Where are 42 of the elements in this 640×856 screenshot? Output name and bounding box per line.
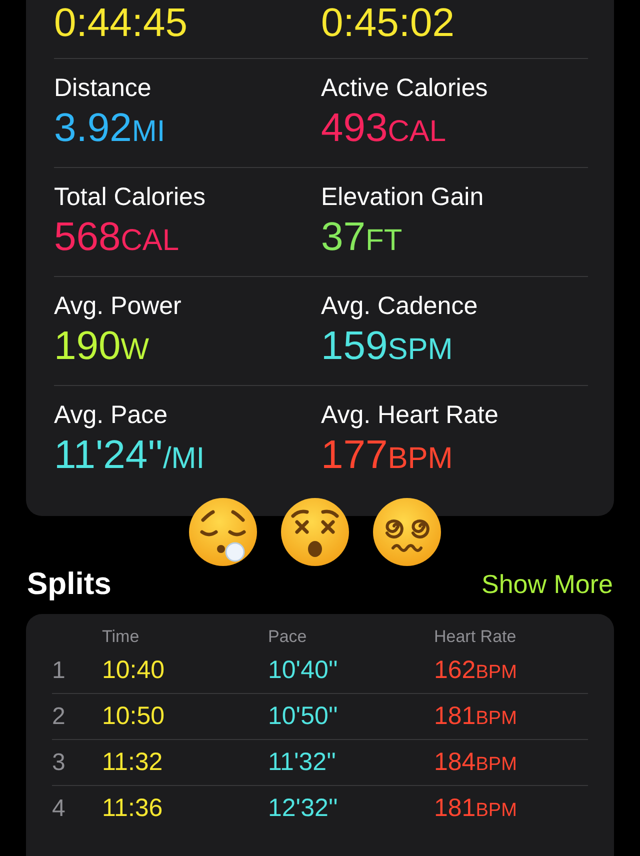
metric-label: Active Calories (321, 73, 489, 103)
split-pace: 11'32'' (268, 748, 338, 777)
metric-value: 37FT (321, 214, 404, 261)
metric-label: Distance (54, 73, 152, 103)
dizzy-face-icon (279, 496, 351, 568)
split-pace: 10'50'' (268, 702, 339, 731)
split-time: 11:32 (102, 748, 164, 777)
spiral-eyes-face-icon (371, 496, 443, 568)
metric-value: 493CAL (321, 105, 448, 152)
split-pace: 12'32'' (268, 794, 339, 823)
metric-label: Avg. Power (54, 291, 182, 321)
split-number: 1 (52, 656, 66, 684)
metric-value: 11'24''/MI (54, 432, 206, 479)
metric-value: 159SPM (321, 323, 454, 370)
metric-value: 177BPM (321, 432, 454, 479)
metric-label: Avg. Cadence (321, 291, 479, 321)
metric-value: 568CAL (54, 214, 180, 261)
column-header: Heart Rate (434, 627, 518, 647)
split-number: 2 (52, 702, 66, 730)
split-time: 11:36 (102, 794, 164, 823)
split-heart-rate: 162BPM (434, 656, 518, 685)
column-header: Time (102, 627, 140, 647)
metric-label: Total Calories (54, 182, 206, 212)
split-number: 4 (52, 794, 66, 822)
metric-label: Avg. Heart Rate (321, 400, 500, 430)
split-heart-rate: 184BPM (434, 748, 518, 777)
split-heart-rate: 181BPM (434, 794, 518, 823)
metric-value: 3.92MI (54, 105, 166, 152)
exhaling-face-icon (187, 496, 259, 568)
metric-value: 0:44:45 (54, 0, 188, 46)
metric-value: 190W (54, 323, 150, 370)
metric-value: 0:45:02 (321, 0, 456, 46)
metric-label: Elevation Gain (321, 182, 485, 212)
column-header: Pace (268, 627, 308, 647)
split-pace: 10'40'' (268, 656, 339, 685)
split-number: 3 (52, 748, 66, 776)
split-time: 10:40 (102, 656, 166, 685)
section-title: Splits (27, 566, 112, 602)
split-heart-rate: 181BPM (434, 702, 518, 731)
metric-label: Avg. Pace (54, 400, 169, 430)
show-more-link[interactable]: Show More (482, 568, 613, 600)
split-time: 10:50 (102, 702, 166, 731)
